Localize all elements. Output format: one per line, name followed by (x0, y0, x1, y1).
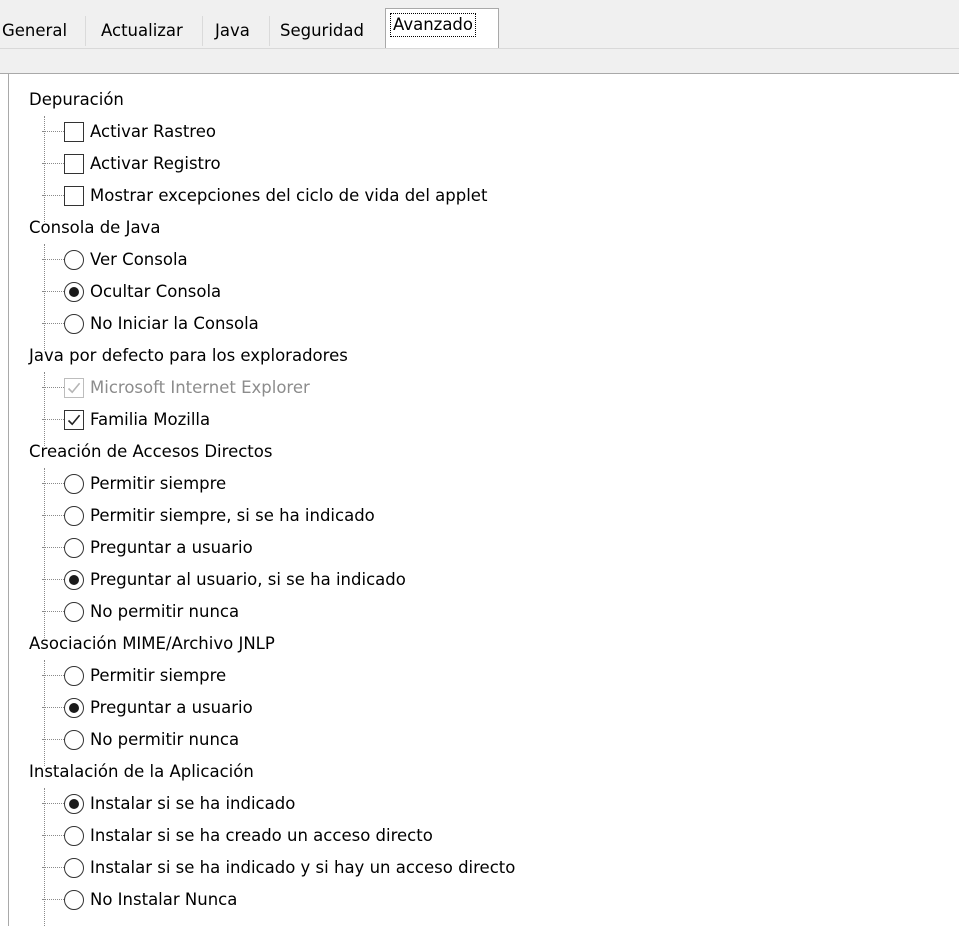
tree-branch (42, 163, 64, 164)
option-label: Activar Rastreo (90, 122, 216, 141)
option-label: Instalar si se ha creado un acceso direc… (90, 826, 433, 845)
option-label: No permitir nunca (90, 602, 240, 621)
radio-icon[interactable] (64, 250, 84, 270)
checkbox-icon[interactable] (64, 154, 84, 174)
tab-java[interactable]: Java (203, 16, 270, 46)
radio-icon[interactable] (64, 602, 84, 622)
radio-selected-icon[interactable] (64, 282, 84, 302)
group-install-title: Instalación de la Aplicación (29, 762, 254, 781)
option-label: Ocultar Consola (90, 282, 222, 301)
tree-branch (42, 483, 64, 484)
panel-header-strip (0, 48, 959, 74)
option-label: Preguntar a usuario (90, 538, 253, 557)
option-label: Permitir siempre (90, 666, 227, 685)
option-label: Mostrar excepciones del ciclo de vida de… (90, 186, 488, 205)
tree-line (44, 788, 46, 926)
tree-branch (42, 195, 64, 196)
radio-icon[interactable] (64, 666, 84, 686)
option-label: Permitir siempre (90, 474, 227, 493)
tab-actualizar-label: Actualizar (101, 21, 183, 40)
group-browsers-title: Java por defecto para los exploradores (29, 346, 348, 365)
tree-branch (42, 515, 64, 516)
radio-icon[interactable] (64, 474, 84, 494)
radio-icon[interactable] (64, 890, 84, 910)
tab-general[interactable]: General (0, 16, 86, 46)
option-label: No permitir nunca (90, 730, 240, 749)
tab-seguridad[interactable]: Seguridad (270, 16, 384, 46)
radio-icon[interactable] (64, 538, 84, 558)
radio-selected-icon[interactable] (64, 794, 84, 814)
tab-avanzado[interactable]: Avanzado (385, 8, 499, 48)
option-label: No Instalar Nunca (90, 890, 238, 909)
tab-actualizar[interactable]: Actualizar (86, 16, 203, 46)
tree-branch (42, 131, 64, 132)
tree-branch (42, 323, 64, 324)
tree-branch (42, 803, 64, 804)
option-label: No Iniciar la Consola (90, 314, 259, 333)
tree-line (44, 468, 46, 638)
group-mime-title: Asociación MIME/Archivo JNLP (29, 634, 275, 653)
tree-line (44, 372, 46, 446)
option-label: Activar Registro (90, 154, 221, 173)
group-debug-title: Depuración (29, 90, 124, 109)
option-label: Permitir siempre, si se ha indicado (90, 506, 375, 525)
option-label: Instalar si se ha indicado y si hay un a… (90, 858, 516, 877)
tree-branch (42, 387, 64, 388)
checkbox-icon[interactable] (64, 186, 84, 206)
tree-branch (42, 707, 64, 708)
tree-branch (42, 739, 64, 740)
tab-seguridad-label: Seguridad (280, 21, 364, 40)
option-label: Instalar si se ha indicado (90, 794, 296, 813)
tab-bar: General Actualizar Java Seguridad Avanza… (0, 0, 959, 48)
group-console-title: Consola de Java (29, 218, 161, 237)
radio-icon[interactable] (64, 314, 84, 334)
radio-icon[interactable] (64, 730, 84, 750)
tab-java-label: Java (215, 21, 250, 40)
tab-general-label: General (2, 21, 68, 40)
tree-branch (42, 419, 64, 420)
radio-selected-icon[interactable] (64, 570, 84, 590)
radio-selected-icon[interactable] (64, 698, 84, 718)
option-label: Preguntar al usuario, si se ha indicado (90, 570, 406, 589)
tree-branch (42, 899, 64, 900)
tree-branch (42, 675, 64, 676)
tab-avanzado-label: Avanzado (390, 13, 476, 37)
tree-branch (42, 579, 64, 580)
option-label: Microsoft Internet Explorer (90, 378, 310, 397)
option-label: Preguntar a usuario (90, 698, 253, 717)
tree-branch (42, 291, 64, 292)
tree-branch (42, 259, 64, 260)
radio-icon[interactable] (64, 506, 84, 526)
checkbox-checked-disabled-icon (64, 378, 84, 398)
option-label: Familia Mozilla (90, 410, 211, 429)
checkbox-checked-icon[interactable] (64, 410, 84, 430)
advanced-settings-tree: Depuración Activar Rastreo Activar Regis… (8, 74, 959, 926)
option-label: Ver Consola (90, 250, 188, 269)
tree-branch (42, 547, 64, 548)
radio-icon[interactable] (64, 826, 84, 846)
tree-branch (42, 867, 64, 868)
tree-branch (42, 611, 64, 612)
checkbox-icon[interactable] (64, 122, 84, 142)
tree-branch (42, 835, 64, 836)
group-shortcuts-title: Creación de Accesos Directos (29, 442, 273, 461)
radio-icon[interactable] (64, 858, 84, 878)
